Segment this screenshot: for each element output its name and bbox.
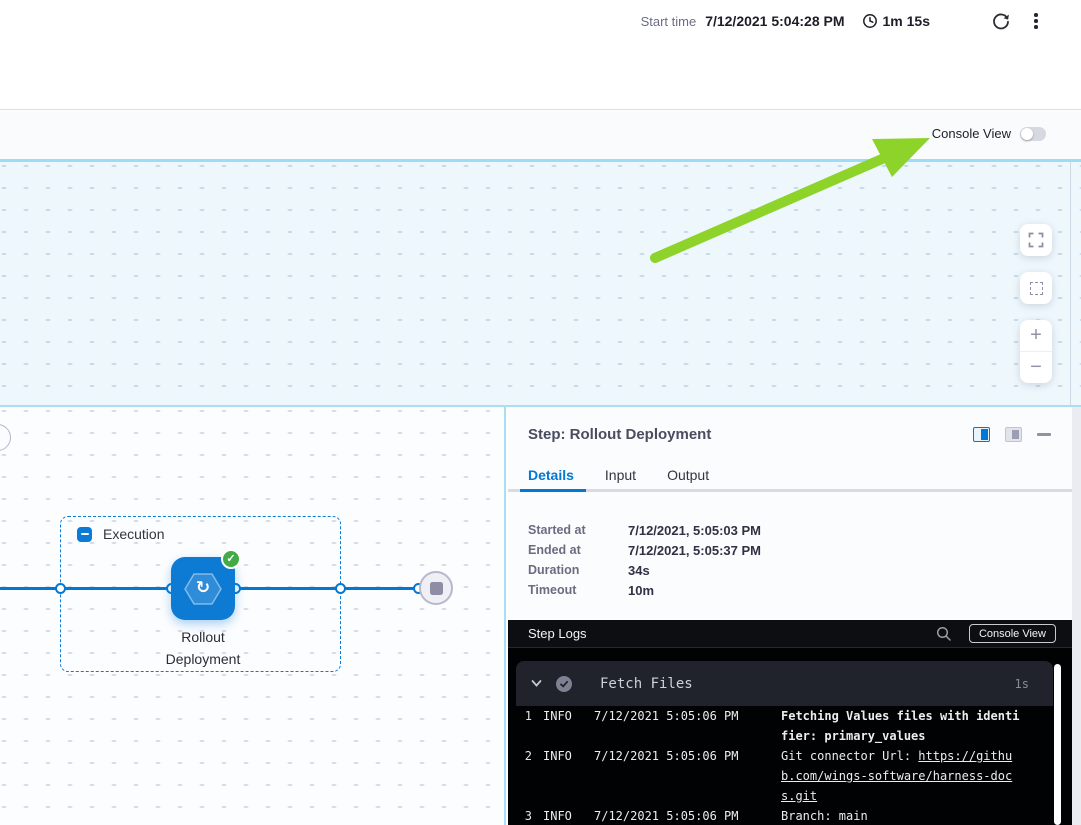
canvas-edge-divider <box>1070 162 1071 405</box>
canvas-zoom-controls: + − <box>1020 224 1052 383</box>
log-line: 2 INFO 7/12/2021 5:05:06 PM Git connecto… <box>508 746 1072 806</box>
detail-row: Duration 34s <box>528 560 761 580</box>
console-view-toggle-group: Console View <box>932 126 1046 141</box>
zoom-out-button[interactable]: − <box>1020 352 1052 384</box>
log-section-title: Fetch Files <box>600 676 1015 692</box>
success-badge-icon: ✓ <box>221 549 241 569</box>
panel-layout-right-icon[interactable] <box>973 427 990 442</box>
execution-group-label: Execution <box>103 526 164 542</box>
connector-dot <box>55 583 66 594</box>
step-detail-list: Started at 7/12/2021, 5:05:03 PM Ended a… <box>528 520 761 600</box>
log-line: 1 INFO 7/12/2021 5:05:06 PM Fetching Val… <box>508 706 1072 746</box>
log-lines: 1 INFO 7/12/2021 5:05:06 PM Fetching Val… <box>508 706 1072 825</box>
tab-underline-track <box>508 489 1081 492</box>
toggle-knob <box>1021 128 1033 140</box>
panel-layout-bottom-icon[interactable] <box>1005 427 1022 442</box>
more-options-button[interactable] <box>1029 11 1043 31</box>
panel-scrollbar-track[interactable] <box>1072 407 1081 825</box>
stop-node[interactable] <box>419 571 453 605</box>
fit-square-icon <box>1030 282 1043 295</box>
minimize-panel-button[interactable] <box>1037 433 1051 436</box>
view-toolbar: Console View <box>0 111 1081 162</box>
step-logs-title: Step Logs <box>528 626 587 641</box>
console-view-button[interactable]: Console View <box>969 624 1056 643</box>
start-time-value: 7/12/2021 5:04:28 PM <box>705 13 844 29</box>
tab-input[interactable]: Input <box>605 467 636 497</box>
execution-graph-canvas[interactable]: Execution ↻ ✓ Rollout Deployment <box>0 407 506 825</box>
elapsed-time: 1m 15s <box>862 13 930 29</box>
rollout-step-icon: ↻ <box>184 572 222 606</box>
tab-output[interactable]: Output <box>667 467 709 497</box>
zoom-in-button[interactable]: + <box>1020 320 1052 352</box>
zoom-in-out-group: + − <box>1020 320 1052 383</box>
detail-row: Ended at 7/12/2021, 5:05:37 PM <box>528 540 761 560</box>
panel-tabs: Details Input Output <box>528 467 740 497</box>
detail-row: Timeout 10m <box>528 580 761 600</box>
step-logs-body: Fetch Files 1s 1 INFO 7/12/2021 5:05:06 … <box>508 648 1072 825</box>
offscreen-node <box>0 424 11 451</box>
section-success-icon <box>556 676 572 692</box>
log-section-duration: 1s <box>1015 677 1029 691</box>
execution-header: Start time 7/12/2021 5:04:28 PM 1m 15s <box>0 0 1081 110</box>
log-scrollbar-thumb[interactable] <box>1054 664 1061 825</box>
tab-details[interactable]: Details <box>528 467 574 497</box>
stage-graph-canvas[interactable]: + − <box>0 162 1081 407</box>
execution-group-header: Execution <box>77 526 164 542</box>
panel-window-controls <box>973 427 1051 442</box>
elapsed-value: 1m 15s <box>883 13 930 29</box>
console-view-toggle[interactable] <box>1020 127 1046 141</box>
stop-icon <box>430 582 443 595</box>
node-label: Rollout Deployment <box>143 626 263 670</box>
step-logs-panel: Step Logs Console View Fetch Files 1s 1 <box>508 620 1072 825</box>
chevron-down-icon[interactable] <box>530 677 543 690</box>
active-tab-underline <box>520 489 586 492</box>
refresh-button[interactable] <box>990 10 1012 32</box>
step-logs-header: Step Logs Console View <box>508 620 1072 648</box>
collapse-group-icon[interactable] <box>77 527 92 542</box>
fullscreen-button[interactable] <box>1020 224 1052 256</box>
log-line: 3 INFO 7/12/2021 5:05:06 PM Branch: main <box>508 806 1072 825</box>
start-time-label: Start time <box>641 14 697 29</box>
detail-row: Started at 7/12/2021, 5:05:03 PM <box>528 520 761 540</box>
clock-icon <box>862 13 878 29</box>
search-logs-icon[interactable] <box>934 624 954 644</box>
rollout-deployment-node[interactable]: ↻ ✓ <box>171 557 235 620</box>
connector-dot <box>335 583 346 594</box>
execution-meta: Start time 7/12/2021 5:04:28 PM 1m 15s <box>641 8 1043 34</box>
console-view-label: Console View <box>932 126 1011 141</box>
log-section-fetch-files[interactable]: Fetch Files 1s <box>516 661 1053 706</box>
fit-to-selection-button[interactable] <box>1020 272 1052 304</box>
step-details-panel: Step: Rollout Deployment Details Input O… <box>508 407 1081 825</box>
panel-title: Step: Rollout Deployment <box>528 426 711 443</box>
